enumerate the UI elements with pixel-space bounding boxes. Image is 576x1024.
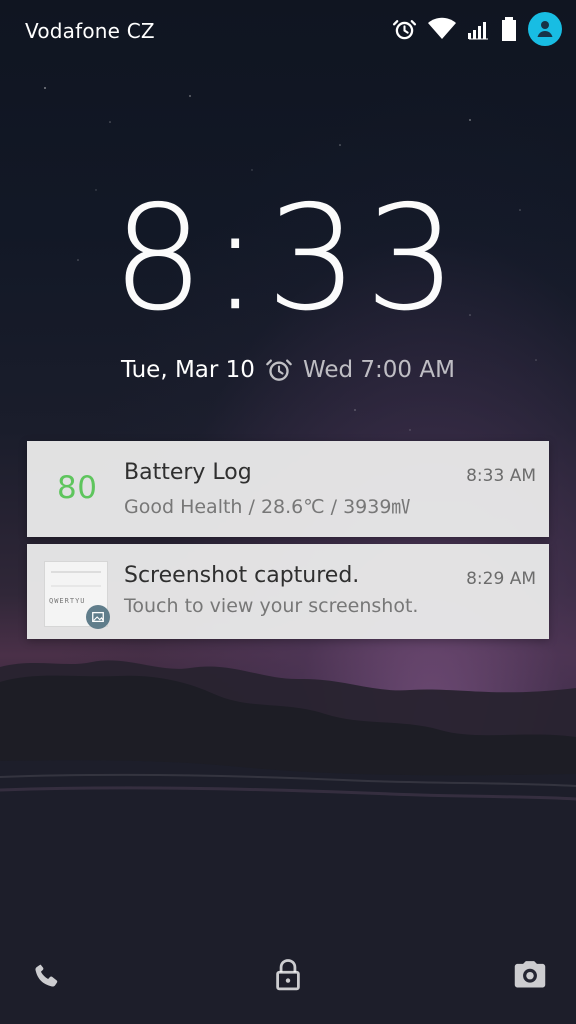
battery-level-icon: 80: [57, 470, 98, 506]
next-alarm-text: Wed 7:00 AM: [302, 357, 455, 383]
thumbnail-divider: [51, 585, 101, 587]
image-icon: [92, 611, 104, 623]
wifi-icon: [428, 17, 456, 39]
notification-time: 8:33 AM: [466, 466, 536, 486]
unlock-icon: [276, 959, 300, 991]
thumbnail-keyboard-keys: QWERTYU: [49, 597, 86, 605]
battery-icon: [502, 17, 516, 41]
phone-button[interactable]: [26, 954, 68, 996]
date-text: Tue, Mar 10: [121, 357, 255, 383]
notification-body: Good Health / 28.6℃ / 3939㎷: [124, 496, 411, 518]
status-bar: Vodafone CZ: [0, 0, 576, 64]
carrier-name: Vodafone CZ: [25, 19, 155, 43]
lock-screen-time: 8:33: [112, 174, 464, 342]
camera-icon: [514, 961, 546, 988]
user-icon[interactable]: [528, 12, 562, 46]
alarm-icon: [392, 19, 417, 39]
unlock-button[interactable]: [267, 954, 309, 996]
date-alarm-row: Tue, Mar 10 Wed 7:00 AM: [0, 356, 576, 384]
alarm-icon: [266, 359, 292, 381]
lock-screen: Vodafone CZ 8:33 Tue, Mar 10 Wed 7:00 AM…: [0, 0, 576, 1024]
camera-button[interactable]: [509, 954, 551, 996]
person-icon: [537, 21, 553, 37]
phone-icon: [35, 963, 58, 987]
gallery-badge-icon: [86, 605, 110, 629]
notification-title: Battery Log: [124, 460, 252, 485]
notification-title: Screenshot captured.: [124, 563, 360, 588]
notification-body: Touch to view your screenshot.: [124, 595, 419, 617]
status-icons: [392, 12, 562, 46]
notification-time: 8:29 AM: [466, 569, 536, 589]
signal-icon: [468, 22, 488, 40]
battery-log-notification[interactable]: 80 Battery Log Good Health / 28.6℃ / 393…: [27, 441, 549, 537]
screenshot-notification[interactable]: QWERTYU Screenshot captured. Touch to vi…: [27, 544, 549, 639]
thumbnail-search-bar: [51, 571, 101, 573]
